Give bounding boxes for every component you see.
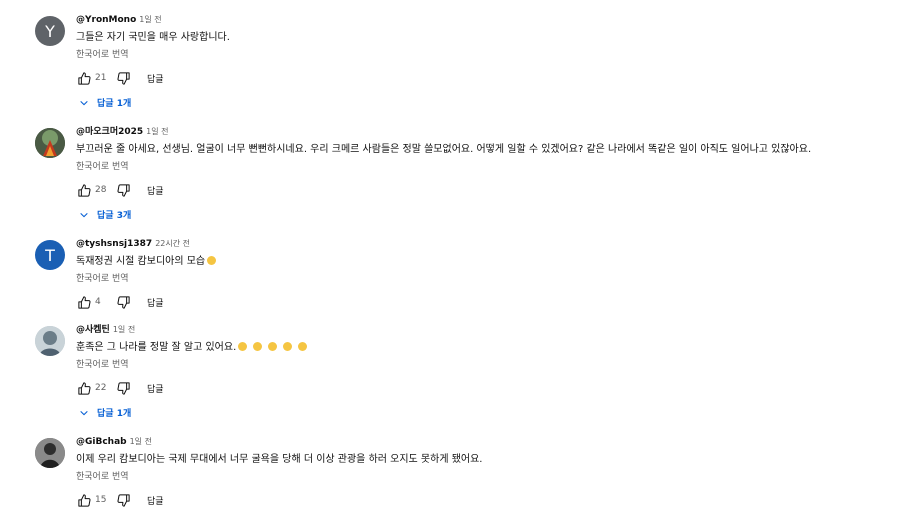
comment-text-content: 독재정권 시절 캄보디아의 모습 xyxy=(76,256,206,267)
thumb-up-icon[interactable] xyxy=(76,70,92,86)
chevron-down-icon xyxy=(79,210,89,220)
comment-header: @사켐틴 1일 전 xyxy=(76,324,880,336)
avatar-image xyxy=(35,128,65,158)
thumb-down-icon[interactable] xyxy=(115,182,131,198)
reply-button[interactable]: 답글 xyxy=(147,296,164,309)
comment-actions: 15 답글 xyxy=(76,492,880,508)
comment-time[interactable]: 1일 전 xyxy=(139,15,161,24)
avatar[interactable] xyxy=(35,326,65,356)
replies-label: 답글 3개 xyxy=(97,211,132,221)
comment-header: @tyshsnsj1387 22시간 전 xyxy=(76,238,880,250)
sad-face-emoji xyxy=(207,256,217,265)
laughing-face-emoji xyxy=(253,342,263,351)
laughing-face-emoji xyxy=(268,342,278,351)
view-replies-button[interactable]: 답글 1개 xyxy=(79,96,131,109)
like-count: 21 xyxy=(95,73,107,83)
author-name[interactable]: @사켐틴 xyxy=(76,325,110,335)
laughing-face-emoji xyxy=(298,342,308,351)
replies-label: 답글 1개 xyxy=(97,409,132,419)
thumb-down-icon[interactable] xyxy=(115,380,131,396)
comment-header: @YronMono 1일 전 xyxy=(76,14,880,26)
like-count: 22 xyxy=(95,383,107,393)
reply-button[interactable]: 답글 xyxy=(147,494,164,507)
comment-body: @GiBchab 1일 전 이제 우리 캄보디아는 국제 무대에서 너무 굴욕을 … xyxy=(76,436,880,508)
comment-header: @GiBchab 1일 전 xyxy=(76,436,880,448)
replies-label: 답글 1개 xyxy=(97,99,132,109)
comment-text: 독재정권 시절 캄보디아의 모습 xyxy=(76,255,880,269)
like-count: 28 xyxy=(95,185,107,195)
comment-text: 훈족은 그 나라를 정말 잘 알고 있어요. xyxy=(76,341,880,355)
comment-body: @마오크머2025 1일 전 부끄러운 줄 아세요, 선생님. 얼굴이 너무 뻔뻔… xyxy=(76,126,880,198)
translate-link[interactable]: 한국어로 번역 xyxy=(76,49,880,62)
avatar-image xyxy=(35,326,65,356)
comment-actions: 4 답글 xyxy=(76,294,880,310)
laughing-face-emoji xyxy=(238,342,248,351)
comment-body: @tyshsnsj1387 22시간 전 독재정권 시절 캄보디아의 모습 한국어… xyxy=(76,238,880,310)
translate-link[interactable]: 한국어로 번역 xyxy=(76,273,880,286)
translate-link[interactable]: 한국어로 번역 xyxy=(76,161,880,174)
thumb-down-icon[interactable] xyxy=(115,70,131,86)
view-replies-button[interactable]: 답글 1개 xyxy=(79,406,131,419)
author-name[interactable]: @YronMono xyxy=(76,15,136,25)
comment-header: @마오크머2025 1일 전 xyxy=(76,126,880,138)
comment-actions: 22 답글 xyxy=(76,380,880,396)
avatar[interactable] xyxy=(35,438,65,468)
chevron-down-icon xyxy=(79,98,89,108)
thumb-down-icon[interactable] xyxy=(115,492,131,508)
avatar-letter: T xyxy=(45,245,55,265)
like-count: 15 xyxy=(95,495,107,505)
reply-button[interactable]: 답글 xyxy=(147,382,164,395)
laughing-face-emoji xyxy=(283,342,293,351)
comment-time[interactable]: 1일 전 xyxy=(146,127,168,136)
comment-actions: 28 답글 xyxy=(76,182,880,198)
thumb-down-icon[interactable] xyxy=(115,294,131,310)
comment-text-content: 훈족은 그 나라를 정말 잘 알고 있어요. xyxy=(76,342,237,353)
comment-text: 그들은 자기 국민을 매우 사랑합니다. xyxy=(76,32,230,43)
comment-time[interactable]: 1일 전 xyxy=(130,437,152,446)
comment-actions: 21 답글 xyxy=(76,70,880,86)
thumb-up-icon[interactable] xyxy=(76,294,92,310)
view-replies-button[interactable]: 답글 3개 xyxy=(79,208,131,221)
comment-time[interactable]: 1일 전 xyxy=(113,325,135,334)
avatar[interactable]: T xyxy=(35,240,65,270)
comment-text: 부끄러운 줄 아세요, 선생님. 얼굴이 너무 뻔뻔하시네요. 우리 크메르 사… xyxy=(76,144,812,155)
comment-text: 이제 우리 캄보디아는 국제 무대에서 너무 굴욕을 당해 더 이상 관광을 하… xyxy=(76,454,483,465)
comment-body: @YronMono 1일 전 그들은 자기 국민을 매우 사랑합니다. 한국어로 … xyxy=(76,14,880,86)
comment-body: @사켐틴 1일 전 훈족은 그 나라를 정말 잘 알고 있어요. 한국어로 번역 … xyxy=(76,324,880,396)
reply-button[interactable]: 답글 xyxy=(147,184,164,197)
author-name[interactable]: @마오크머2025 xyxy=(76,127,143,137)
avatar[interactable]: Y xyxy=(35,16,65,46)
thumb-up-icon[interactable] xyxy=(76,492,92,508)
avatar-letter: Y xyxy=(45,21,55,41)
reply-button[interactable]: 답글 xyxy=(147,72,164,85)
author-name[interactable]: @GiBchab xyxy=(76,437,127,447)
avatar[interactable] xyxy=(35,128,65,158)
chevron-down-icon xyxy=(79,408,89,418)
avatar-image xyxy=(35,438,65,468)
thumb-up-icon[interactable] xyxy=(76,380,92,396)
translate-link[interactable]: 한국어로 번역 xyxy=(76,471,880,484)
comment-time[interactable]: 22시간 전 xyxy=(155,239,190,248)
translate-link[interactable]: 한국어로 번역 xyxy=(76,359,880,372)
thumb-up-icon[interactable] xyxy=(76,182,92,198)
author-name[interactable]: @tyshsnsj1387 xyxy=(76,239,152,249)
like-count: 4 xyxy=(95,297,101,307)
